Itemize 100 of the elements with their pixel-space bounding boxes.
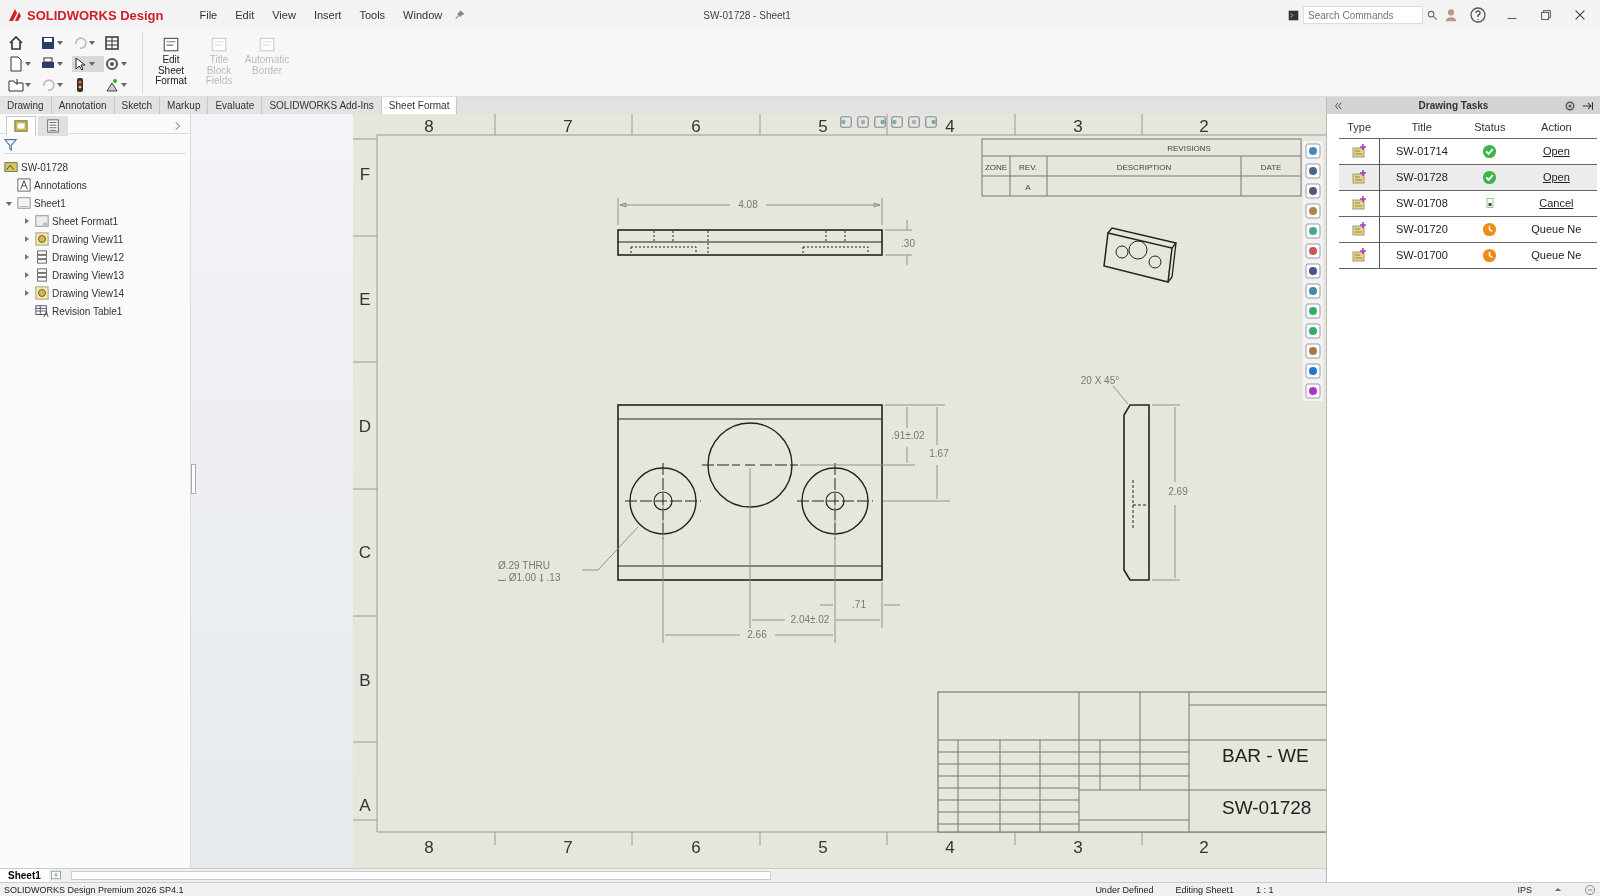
clock-icon xyxy=(1482,247,1498,263)
panel-tab[interactable] xyxy=(6,115,36,136)
drawing-title[interactable]: BAR - WE xyxy=(1222,745,1309,766)
dropdown-caret-icon[interactable] xyxy=(57,61,63,66)
tree-item-label[interactable]: Drawing View14 xyxy=(52,287,125,299)
drawing-number[interactable]: SW-01728 xyxy=(1222,797,1312,818)
side-view-drawing[interactable] xyxy=(1123,404,1150,581)
dropdown-caret-icon[interactable] xyxy=(57,40,63,45)
panel-tab[interactable] xyxy=(38,115,68,136)
zone-number: 3 xyxy=(1073,117,1083,136)
open-file-icon[interactable] xyxy=(8,76,24,93)
dropdown-caret-icon[interactable] xyxy=(25,61,31,66)
zone-letter: B xyxy=(359,671,371,690)
command-prompt-icon xyxy=(1288,9,1299,21)
drawing-task-icon xyxy=(1350,195,1367,211)
notification-icon[interactable] xyxy=(1584,883,1596,896)
filter-icon xyxy=(4,138,17,151)
sheet-icon xyxy=(17,196,31,210)
dimension-text[interactable]: 2.04±.02 xyxy=(790,614,830,625)
menu-item[interactable]: Window xyxy=(397,7,449,23)
sheet-scale[interactable]: 1 : 1 xyxy=(1255,884,1274,895)
table-cell: SW-01720 xyxy=(1379,216,1464,242)
filter-field[interactable] xyxy=(4,136,186,154)
action-link[interactable]: Queue Ne xyxy=(1531,223,1582,235)
title-block[interactable] xyxy=(937,691,1326,833)
options-icon[interactable] xyxy=(104,34,120,51)
panel-splitter-handle[interactable] xyxy=(191,464,196,494)
dropdown-caret-icon[interactable] xyxy=(121,61,127,66)
collapse-panel-icon[interactable] xyxy=(1333,100,1343,111)
tree-item-label[interactable]: Drawing View12 xyxy=(52,251,125,263)
caret-up-icon[interactable] xyxy=(1554,885,1562,894)
column-header: Action xyxy=(1515,116,1597,138)
column-header: Status xyxy=(1463,116,1516,138)
top-view-drawing[interactable] xyxy=(617,229,883,256)
help-icon[interactable] xyxy=(1470,7,1486,23)
expand-arrow-icon[interactable] xyxy=(23,271,31,279)
hole-callout-text[interactable]: Ø.29 THRU xyxy=(498,560,551,571)
dimension-text[interactable]: .91±.02 xyxy=(891,430,925,441)
pin-icon[interactable] xyxy=(454,9,467,21)
new-document-icon[interactable] xyxy=(8,55,24,72)
horizontal-scrollbar[interactable] xyxy=(70,871,771,880)
isometric-view-drawing[interactable] xyxy=(1103,227,1178,283)
tree-item-label[interactable]: Annotations xyxy=(34,179,87,191)
menu-item[interactable]: Tools xyxy=(353,7,392,23)
dimension-text[interactable]: .30 xyxy=(901,238,915,249)
revision-table-header: ZONE xyxy=(984,163,1008,172)
expand-arrow-icon[interactable] xyxy=(23,217,31,225)
dropdown-caret-icon[interactable] xyxy=(89,61,95,66)
menu-item[interactable]: Edit xyxy=(229,7,261,23)
clock-icon xyxy=(1482,221,1498,237)
progress-icon xyxy=(1483,196,1496,210)
settings-icon[interactable] xyxy=(1564,99,1576,112)
command-tab[interactable]: Sheet Format xyxy=(381,97,458,114)
add-sheet-icon[interactable] xyxy=(48,869,63,881)
dimension-text[interactable]: .71 xyxy=(852,599,866,610)
sheet-edit-icon xyxy=(258,35,276,53)
action-link[interactable]: Open xyxy=(1542,171,1570,183)
front-view-drawing[interactable] xyxy=(617,404,883,581)
sheet-tab[interactable]: Sheet1 xyxy=(0,869,49,882)
action-link[interactable]: Cancel xyxy=(1539,197,1574,209)
user-avatar-icon[interactable] xyxy=(1444,7,1458,23)
rebuild-icon[interactable] xyxy=(104,76,120,93)
collapse-arrow-icon[interactable] xyxy=(5,199,13,207)
save-icon[interactable] xyxy=(40,34,56,51)
tree-item-label[interactable]: Sheet1 xyxy=(34,197,66,209)
dropdown-caret-icon[interactable] xyxy=(25,82,31,87)
action-link[interactable]: Queue Ne xyxy=(1531,249,1582,261)
expand-arrow-icon[interactable] xyxy=(23,253,31,261)
dropdown-caret-icon[interactable] xyxy=(57,82,63,87)
annotations-icon xyxy=(17,178,31,192)
tree-item-label[interactable]: Sheet Format1 xyxy=(52,215,119,227)
tree-item-label[interactable]: Drawing View11 xyxy=(52,233,124,245)
tree-item-label[interactable]: Revision Table1 xyxy=(52,305,123,317)
ribbon-button[interactable]: Edit Sheet Format xyxy=(151,32,191,94)
zone-letter: E xyxy=(359,290,371,309)
expand-arrow-icon[interactable] xyxy=(23,289,31,297)
dimension-text[interactable]: 20 X 45° xyxy=(1080,375,1120,386)
expand-arrow-icon[interactable] xyxy=(23,235,31,243)
dropdown-caret-icon[interactable] xyxy=(121,82,127,87)
select-icon[interactable] xyxy=(72,55,88,72)
hole-callout-text[interactable]: ⌴ Ø1.00 ↧ .13 xyxy=(498,572,561,583)
dimension-text[interactable]: 2.69 xyxy=(1168,486,1188,497)
unit-system[interactable]: IPS xyxy=(1517,884,1532,895)
search-field[interactable]: Search Commands xyxy=(1303,6,1423,24)
drawing-task-icon xyxy=(1350,247,1367,263)
dimension-text[interactable]: 2.66 xyxy=(747,629,767,640)
dropdown-caret-icon[interactable] xyxy=(89,40,95,45)
revision-table-header: REV. xyxy=(1019,163,1037,172)
tree-item-label[interactable]: Drawing View13 xyxy=(52,269,125,281)
dimension-text[interactable]: 1.67 xyxy=(929,448,949,459)
close-icon[interactable] xyxy=(1573,8,1587,22)
restore-icon[interactable] xyxy=(1539,8,1553,22)
tree-item-label[interactable]: SW-01728 xyxy=(21,161,69,173)
zone-letter: D xyxy=(358,417,372,436)
menu-item[interactable]: File xyxy=(193,7,224,23)
menu-item[interactable]: View xyxy=(266,7,302,23)
action-link[interactable]: Open xyxy=(1542,145,1570,157)
menu-item[interactable]: Insert xyxy=(307,7,348,23)
pin-panel-icon[interactable] xyxy=(1582,99,1594,112)
dimension-text[interactable]: 4.08 xyxy=(738,199,758,210)
